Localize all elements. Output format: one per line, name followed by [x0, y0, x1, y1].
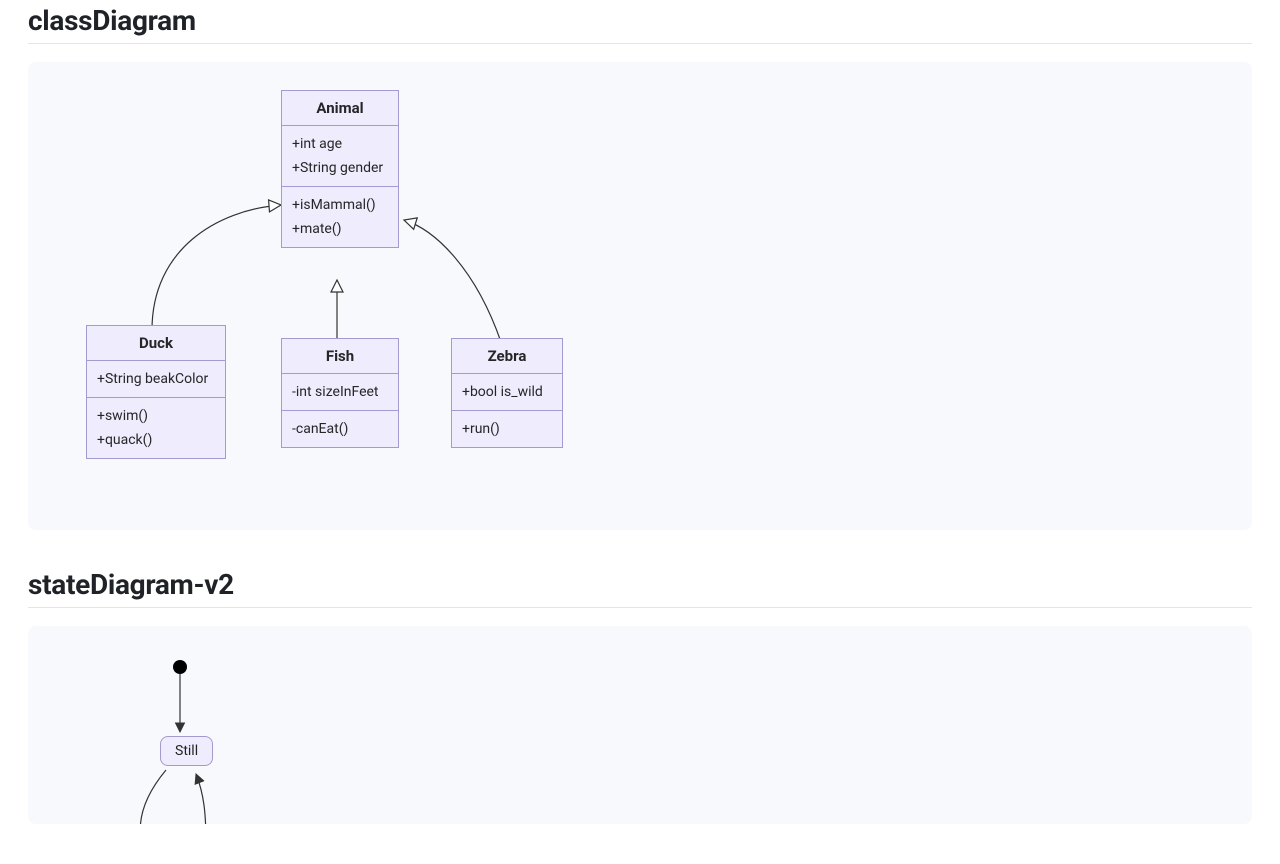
class-box-animal: Animal +int age +String gender +isMammal… — [281, 90, 399, 248]
divider — [28, 607, 1252, 608]
class-attribute: +String beakColor — [97, 367, 215, 391]
divider — [28, 43, 1252, 44]
class-method: +quack() — [97, 428, 215, 452]
class-attribute: +int age — [292, 132, 388, 156]
class-title: Zebra — [452, 339, 562, 374]
class-box-fish: Fish -int sizeInFeet -canEat() — [281, 338, 399, 448]
state-diagram-stage: Still — [56, 654, 416, 824]
state-node-still: Still — [160, 736, 213, 766]
class-attribute: +String gender — [292, 156, 388, 180]
section-title-state-diagram: stateDiagram-v2 — [28, 564, 1252, 601]
section-title-class-diagram: classDiagram — [28, 0, 1252, 37]
class-method: +mate() — [292, 217, 388, 241]
class-methods: -canEat() — [282, 411, 398, 447]
class-method: +run() — [462, 417, 552, 441]
class-method: +swim() — [97, 404, 215, 428]
class-attribute: +bool is_wild — [462, 380, 552, 404]
class-attributes: -int sizeInFeet — [282, 374, 398, 411]
class-title: Animal — [282, 91, 398, 126]
class-methods: +run() — [452, 411, 562, 447]
class-method: -canEat() — [292, 417, 388, 441]
class-diagram-panel: Animal +int age +String gender +isMammal… — [28, 62, 1252, 530]
class-title: Fish — [282, 339, 398, 374]
class-attributes: +bool is_wild — [452, 374, 562, 411]
class-attributes: +String beakColor — [87, 361, 225, 398]
state-diagram-edges — [56, 654, 416, 824]
class-box-zebra: Zebra +bool is_wild +run() — [451, 338, 563, 448]
class-diagram-stage: Animal +int age +String gender +isMammal… — [56, 90, 696, 490]
class-method: +isMammal() — [292, 193, 388, 217]
state-diagram-panel: Still — [28, 626, 1252, 824]
class-title: Duck — [87, 326, 225, 361]
class-methods: +swim() +quack() — [87, 398, 225, 458]
class-attributes: +int age +String gender — [282, 126, 398, 187]
state-start-icon — [173, 660, 187, 674]
class-attribute: -int sizeInFeet — [292, 380, 388, 404]
class-methods: +isMammal() +mate() — [282, 187, 398, 247]
class-box-duck: Duck +String beakColor +swim() +quack() — [86, 325, 226, 459]
